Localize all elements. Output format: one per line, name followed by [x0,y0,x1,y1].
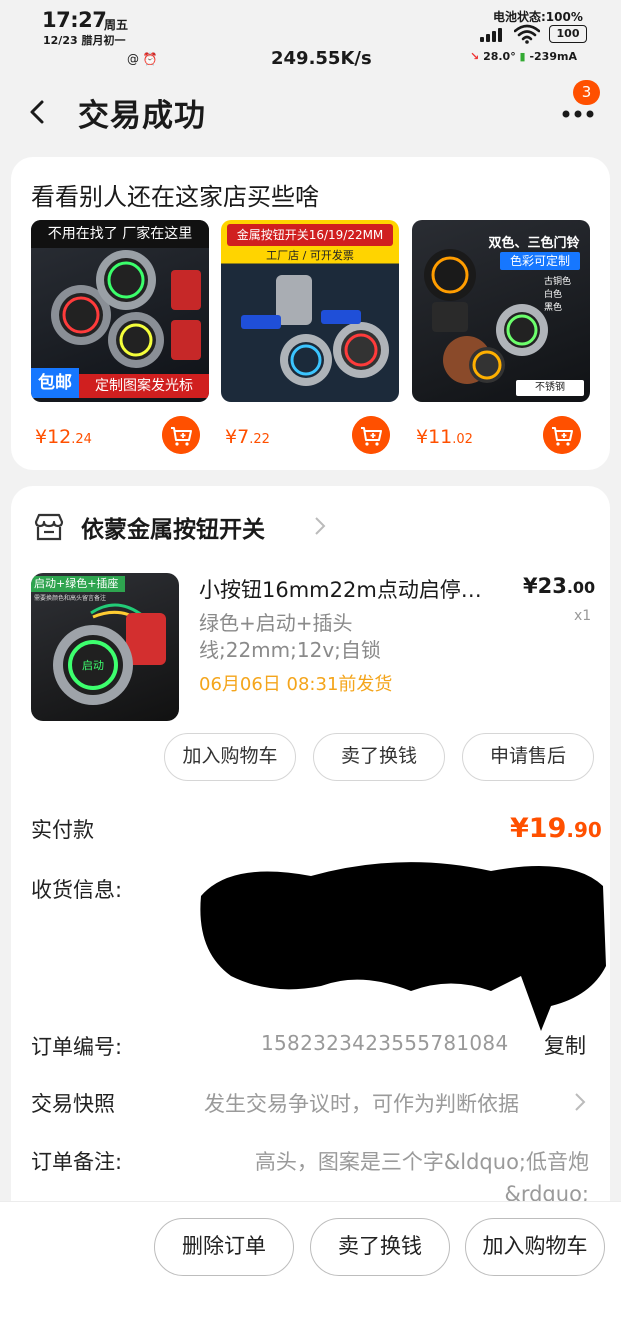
product-image[interactable]: 启动+绿色+插座 需要换颜色和高头留言备注 启动 [31,573,179,721]
battery-icon: 100 [549,25,587,43]
order-no-label: 订单编号: [31,1035,123,1059]
notification-badge: 3 [573,80,600,105]
paid-amount: ¥19.90 [510,813,602,844]
charge-icon: ▮ [519,50,526,63]
snapshot-label[interactable]: 交易快照 [31,1088,115,1118]
bottom-action-bar: 删除订单 卖了换钱 加入购物车 [0,1201,621,1344]
page-header: 交易成功 [0,80,621,144]
chevron-right-icon[interactable] [314,516,326,536]
recommend-item[interactable]: 双色、三色门铃 色彩可定制 古铜色 白色 黑色 不锈钢 ¥11.02 [412,220,590,454]
product-quantity: x1 [574,608,592,624]
shop-icon [34,513,64,541]
note-label: 订单备注: [31,1150,123,1174]
snapshot-hint[interactable]: 发生交易争议时，可作为判断依据 [204,1088,519,1118]
copy-button[interactable]: 复制 [544,1030,586,1060]
address-redaction [200,862,606,1031]
product-image[interactable]: 双色、三色门铃 色彩可定制 古铜色 白色 黑色 不锈钢 [412,220,590,402]
shop-name[interactable]: 依蒙金属按钮开关 [81,510,265,544]
recommend-item[interactable]: 不用在找了 厂家在这里 包邮 定制图案发光标 ¥12.24 [31,220,209,454]
resell-button[interactable]: 卖了换钱 [313,733,445,781]
status-time: 17:27 [42,8,107,32]
status-date: 12/23 腊月初一 [43,34,126,47]
product-price: ¥23.00 [523,574,596,598]
status-bar: 17:27 周五 12/23 腊月初一 @ ⏰ 249.55K/s 电池状态:1… [0,0,621,76]
switch-illustration [53,603,166,705]
switch-illustration [241,275,389,386]
battery-status-text: 电池状态:100% [493,10,583,24]
product-sku: 绿色+启动+插头 线;22mm;12v;自锁 [199,611,381,662]
paid-label: 实付款 [31,818,94,842]
add-cart-icon[interactable] [352,416,390,454]
thermometer-icon: ↘ [470,50,480,63]
after-sales-button[interactable]: 申请售后 [462,733,594,781]
product-title[interactable]: 小按钮16mm22m点动启停… [199,574,509,604]
alarm-icon: ⏰ [142,52,158,66]
product-image[interactable]: 不用在找了 厂家在这里 包邮 定制图案发光标 [31,220,209,402]
wifi-icon [514,24,540,44]
recommend-card: 看看别人还在这家店买些啥 不用在找了 厂家在这里 包邮 定制图案发光标 ¥12.… [11,157,610,470]
add-to-cart-button[interactable]: 加入购物车 [164,733,296,781]
order-card: 依蒙金属按钮开关 启动+绿色+插座 需要换颜色和高头留言备注 启动 小按钮16m… [11,486,610,1246]
notification-icons: @ ⏰ [127,52,158,66]
page-title: 交易成功 [78,98,206,134]
recommend-title: 看看别人还在这家店买些啥 [31,183,319,211]
status-weekday: 周五 [104,18,129,32]
chevron-right-icon[interactable] [574,1092,586,1112]
signal-icon [480,28,502,42]
switch-illustration [424,249,548,384]
product-image[interactable]: 金属按钮开关16/19/22MM 工厂店 / 可开发票 [221,220,399,402]
product-price: ¥12.24 [35,426,92,448]
back-icon[interactable] [26,98,50,126]
product-price: ¥11.02 [416,426,473,448]
add-to-cart-button[interactable]: 加入购物车 [465,1218,605,1276]
recommend-item[interactable]: 金属按钮开关16/19/22MM 工厂店 / 可开发票 ¥7.22 [221,220,399,454]
temperature-current: ↘ 28.0° ▮ -239mA [470,50,577,63]
delete-order-button[interactable]: 删除订单 [154,1218,294,1276]
network-speed: 249.55K/s [271,48,372,69]
product-price: ¥7.22 [225,426,270,448]
add-cart-icon[interactable] [543,416,581,454]
address-label: 收货信息: [31,878,123,902]
order-number: 1582323423555781084 [261,1031,509,1055]
at-icon: @ [127,52,139,66]
resell-button[interactable]: 卖了换钱 [310,1218,450,1276]
add-cart-icon[interactable] [162,416,200,454]
ship-time: 06月06日 08:31前发货 [199,674,393,695]
